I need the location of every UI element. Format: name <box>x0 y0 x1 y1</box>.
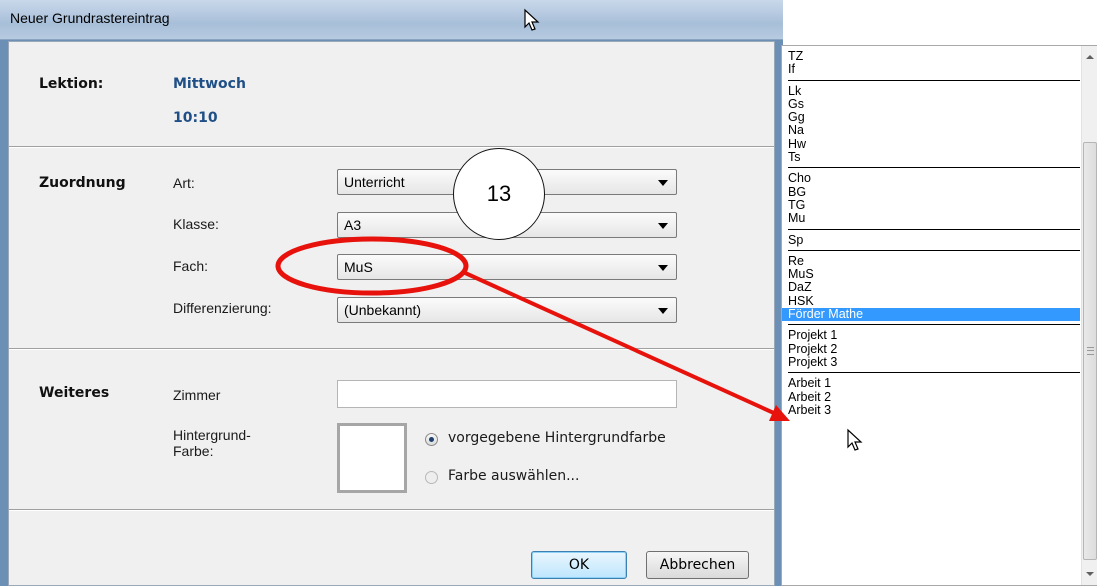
list-separator <box>782 369 1080 377</box>
list-item[interactable]: Sp <box>782 233 1080 247</box>
art-value: Unterricht <box>344 174 405 190</box>
list-item[interactable]: TG <box>782 198 1080 212</box>
list-item[interactable]: DaZ <box>782 281 1080 295</box>
fach-combobox[interactable]: MuS <box>337 254 677 280</box>
chevron-down-icon <box>658 180 668 186</box>
list-item[interactable]: HSK <box>782 294 1080 308</box>
klasse-label: Klasse: <box>173 216 219 232</box>
lektion-label: Lektion: <box>39 76 104 92</box>
separator <box>9 146 774 148</box>
zuordnung-section-label: Zuordnung <box>39 175 126 191</box>
differenzierung-label: Differenzierung: <box>173 300 272 316</box>
grip-icon <box>1087 347 1094 355</box>
chevron-down-icon <box>658 223 668 229</box>
list-item[interactable]: Arbeit 1 <box>782 376 1080 390</box>
differenzierung-value: (Unbekannt) <box>344 302 422 318</box>
list-item[interactable]: Mu <box>782 211 1080 225</box>
list-item[interactable]: Cho <box>782 172 1080 186</box>
fach-value: MuS <box>344 259 373 275</box>
list-item[interactable]: If <box>782 62 1080 76</box>
fach-list-items: TZ If Lk Gs Gg Na Hw Ts Cho BG TG Mu Sp Re MuS DaZ HSK Fö… <box>782 49 1080 417</box>
separator <box>9 348 774 350</box>
dialog-window: Neuer Grundrastereintrag Lektion: Mittwo… <box>0 0 783 586</box>
list-item[interactable]: Ts <box>782 150 1080 164</box>
hintergrund-label-line2: Farbe: <box>173 443 214 459</box>
list-separator <box>782 321 1080 329</box>
radio-custom-color-label: Farbe auswählen... <box>448 468 580 484</box>
list-separator <box>782 164 1080 172</box>
list-item[interactable]: Arbeit 2 <box>782 390 1080 404</box>
step-number-badge: 13 <box>453 148 545 240</box>
list-item[interactable]: Arbeit 3 <box>782 403 1080 417</box>
radio-default-color[interactable] <box>425 433 438 446</box>
radio-custom-color[interactable] <box>425 471 438 484</box>
list-item[interactable]: Re <box>782 254 1080 268</box>
zimmer-input[interactable] <box>337 380 677 408</box>
scrollbar-thumb[interactable] <box>1083 142 1097 560</box>
list-item[interactable]: Hw <box>782 137 1080 151</box>
list-item[interactable]: Na <box>782 124 1080 138</box>
art-label: Art: <box>173 175 195 191</box>
lektion-time: 10:10 <box>173 110 218 126</box>
klasse-value: A3 <box>344 217 362 233</box>
differenzierung-combobox[interactable]: (Unbekannt) <box>337 297 677 323</box>
lektion-day: Mittwoch <box>173 76 246 92</box>
mouse-pointer-icon <box>524 8 540 31</box>
radio-default-color-label: vorgegebene Hintergrundfarbe <box>448 430 666 446</box>
list-item-selected[interactable]: Förder Mathe <box>782 307 1080 322</box>
cancel-button[interactable]: Abbrechen <box>646 551 749 579</box>
list-separator <box>782 226 1080 234</box>
dialog-body: Lektion: Mittwoch 10:10 Zuordnung Art: U… <box>8 41 775 586</box>
list-item[interactable]: BG <box>782 185 1080 199</box>
mouse-pointer-icon <box>847 428 863 451</box>
list-item[interactable]: Gg <box>782 110 1080 124</box>
list-item[interactable]: Projekt 3 <box>782 355 1080 369</box>
chevron-down-icon <box>658 308 668 314</box>
color-swatch[interactable] <box>337 423 407 493</box>
list-separator <box>782 77 1080 85</box>
ok-button[interactable]: OK <box>531 551 627 579</box>
title-bar[interactable]: Neuer Grundrastereintrag <box>0 0 783 40</box>
hintergrund-label-line1: Hintergrund- <box>173 427 251 443</box>
scroll-up-arrow-icon[interactable] <box>1086 55 1094 59</box>
list-item[interactable]: TZ <box>782 49 1080 63</box>
scroll-down-arrow-icon[interactable] <box>1086 572 1094 576</box>
chevron-down-icon <box>658 265 668 271</box>
list-separator <box>782 247 1080 255</box>
list-item[interactable]: Gs <box>782 97 1080 111</box>
window-title: Neuer Grundrastereintrag <box>10 10 170 26</box>
fach-dropdown-list[interactable]: TZ If Lk Gs Gg Na Hw Ts Cho BG TG Mu Sp Re MuS DaZ HSK Fö… <box>781 45 1097 586</box>
weiteres-section-label: Weiteres <box>39 385 110 401</box>
list-item[interactable]: Projekt 2 <box>782 342 1080 356</box>
zimmer-label: Zimmer <box>173 387 221 403</box>
scrollbar[interactable] <box>1081 46 1097 585</box>
list-item[interactable]: Projekt 1 <box>782 329 1080 343</box>
fach-label: Fach: <box>173 258 209 274</box>
list-item[interactable]: Lk <box>782 84 1080 98</box>
list-item[interactable]: MuS <box>782 267 1080 281</box>
separator <box>9 509 774 511</box>
